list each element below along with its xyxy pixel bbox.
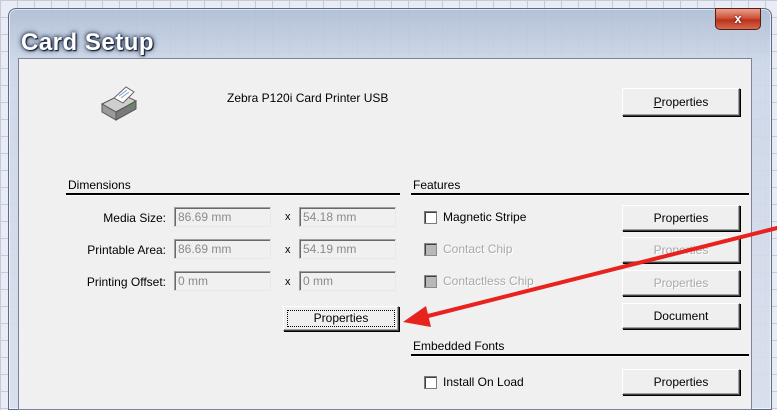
printable-height-field[interactable]: 54.19 mm [299,239,396,259]
printer-properties-label: roperties [661,95,709,109]
close-button[interactable]: x [715,8,761,30]
contact-chip-checkbox [424,243,437,256]
offset-y-field[interactable]: 0 mm [299,271,396,291]
printer-properties-mnemonic: P [653,95,662,109]
window-title: Card Setup [21,29,155,56]
media-width-field[interactable]: 86.69 mm [174,207,271,227]
features-heading: Features [413,178,461,192]
contact-chip-properties-button: Properties [622,237,740,263]
magnetic-stripe-label: Magnetic Stripe [443,210,527,224]
offset-times: x [285,276,291,288]
offset-x-field[interactable]: 0 mm [174,271,271,291]
install-on-load-label: Install On Load [443,375,524,389]
printable-area-label: Printable Area: [87,243,166,257]
printer-icon [100,86,138,121]
document-button[interactable]: Document [622,303,740,329]
media-times: x [285,211,291,223]
dimensions-divider [66,193,400,196]
install-on-load-checkbox[interactable] [424,376,437,389]
contactless-chip-checkbox [424,275,437,288]
embedded-fonts-properties-button[interactable]: Properties [622,369,740,395]
dimensions-properties-button[interactable]: Properties [283,306,399,331]
contactless-chip-properties-button: Properties [622,270,740,296]
contactless-chip-label: Contactless Chip [443,274,534,288]
printable-times: x [285,244,291,256]
printing-offset-label: Printing Offset: [86,275,166,289]
focus-ring [287,310,395,327]
magnetic-stripe-properties-button[interactable]: Properties [622,205,740,231]
dimensions-heading: Dimensions [68,178,131,192]
embedded-fonts-divider [411,354,749,357]
embedded-fonts-heading: Embedded Fonts [413,339,505,353]
printer-name: Zebra P120i Card Printer USB [227,91,389,105]
features-divider [411,193,749,196]
media-size-label: Media Size: [103,211,166,225]
printer-properties-button[interactable]: Properties [622,88,740,116]
contact-chip-label: Contact Chip [443,242,513,256]
media-height-field[interactable]: 54.18 mm [299,207,396,227]
magnetic-stripe-checkbox[interactable] [424,211,437,224]
printable-width-field[interactable]: 86.69 mm [174,239,271,259]
